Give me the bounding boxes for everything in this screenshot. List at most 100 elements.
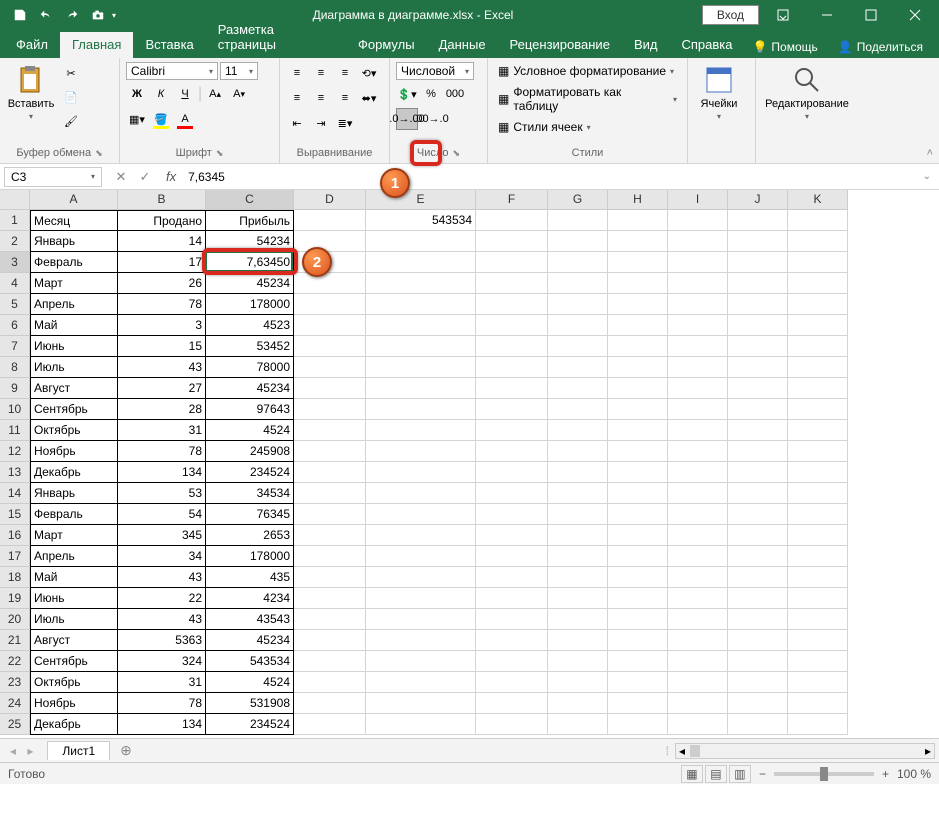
cell[interactable] bbox=[366, 399, 476, 420]
cell[interactable] bbox=[548, 714, 608, 735]
cell[interactable]: 2653 bbox=[206, 525, 294, 546]
fx-button[interactable]: fx bbox=[160, 169, 182, 184]
cell[interactable] bbox=[548, 588, 608, 609]
confirm-formula-button[interactable]: ✓ bbox=[134, 169, 156, 185]
row-header[interactable]: 11 bbox=[0, 420, 30, 441]
percent-button[interactable]: % bbox=[420, 83, 442, 105]
cell[interactable]: 43 bbox=[118, 357, 206, 378]
cell[interactable] bbox=[668, 399, 728, 420]
cell[interactable]: Ноябрь bbox=[30, 693, 118, 714]
zoom-out-button[interactable]: − bbox=[759, 767, 766, 781]
cell[interactable]: 45234 bbox=[206, 273, 294, 294]
cell[interactable]: 134 bbox=[118, 462, 206, 483]
cell[interactable]: 26 bbox=[118, 273, 206, 294]
cell[interactable] bbox=[788, 714, 848, 735]
cell[interactable] bbox=[788, 336, 848, 357]
cell[interactable]: Апрель bbox=[30, 294, 118, 315]
cell[interactable] bbox=[476, 546, 548, 567]
cell[interactable] bbox=[294, 609, 366, 630]
cell[interactable]: Январь bbox=[30, 483, 118, 504]
cell[interactable] bbox=[294, 378, 366, 399]
col-header-D[interactable]: D bbox=[294, 190, 366, 210]
cell[interactable] bbox=[668, 273, 728, 294]
cell[interactable] bbox=[608, 315, 668, 336]
cell[interactable]: Февраль bbox=[30, 252, 118, 273]
cell[interactable] bbox=[728, 252, 788, 273]
cell[interactable] bbox=[728, 714, 788, 735]
cell[interactable]: 31 bbox=[118, 420, 206, 441]
cell[interactable] bbox=[476, 231, 548, 252]
cell[interactable] bbox=[608, 651, 668, 672]
cell[interactable] bbox=[668, 441, 728, 462]
zoom-in-button[interactable]: + bbox=[882, 767, 889, 781]
zoom-slider[interactable] bbox=[774, 772, 874, 776]
cell[interactable] bbox=[366, 504, 476, 525]
row-header[interactable]: 23 bbox=[0, 672, 30, 693]
cell[interactable] bbox=[294, 672, 366, 693]
cell[interactable]: 78 bbox=[118, 441, 206, 462]
cell[interactable] bbox=[788, 483, 848, 504]
cell[interactable]: Прибыль bbox=[206, 210, 294, 231]
zoom-value[interactable]: 100 % bbox=[897, 767, 931, 781]
cell[interactable] bbox=[476, 252, 548, 273]
clipboard-launcher[interactable]: ⬊ bbox=[95, 148, 103, 159]
cell[interactable] bbox=[728, 567, 788, 588]
cells-button[interactable]: Ячейки▾ bbox=[694, 62, 744, 123]
cell[interactable] bbox=[668, 609, 728, 630]
cell[interactable] bbox=[366, 546, 476, 567]
cell[interactable] bbox=[728, 672, 788, 693]
row-header[interactable]: 17 bbox=[0, 546, 30, 567]
cell[interactable]: 4524 bbox=[206, 420, 294, 441]
cell[interactable]: 28 bbox=[118, 399, 206, 420]
cell[interactable] bbox=[668, 378, 728, 399]
cell[interactable]: Июнь bbox=[30, 336, 118, 357]
cell[interactable] bbox=[548, 231, 608, 252]
cell[interactable] bbox=[366, 483, 476, 504]
cell[interactable] bbox=[476, 420, 548, 441]
cell[interactable] bbox=[608, 273, 668, 294]
row-header[interactable]: 10 bbox=[0, 399, 30, 420]
cell[interactable] bbox=[548, 441, 608, 462]
font-color-button[interactable]: A bbox=[174, 108, 196, 130]
row-header[interactable]: 20 bbox=[0, 609, 30, 630]
cell[interactable] bbox=[294, 483, 366, 504]
orientation-button[interactable]: ⟲▾ bbox=[358, 62, 380, 84]
cell[interactable] bbox=[294, 525, 366, 546]
cell[interactable] bbox=[548, 315, 608, 336]
cell[interactable] bbox=[728, 231, 788, 252]
cell[interactable] bbox=[608, 357, 668, 378]
cell[interactable] bbox=[728, 462, 788, 483]
cell[interactable] bbox=[788, 462, 848, 483]
cell[interactable]: Январь bbox=[30, 231, 118, 252]
redo-button[interactable] bbox=[60, 3, 84, 27]
cell[interactable] bbox=[476, 693, 548, 714]
editing-button[interactable]: Редактирование▾ bbox=[762, 62, 852, 123]
cell[interactable] bbox=[788, 672, 848, 693]
cell[interactable] bbox=[788, 378, 848, 399]
cell[interactable] bbox=[294, 714, 366, 735]
cell[interactable]: 5363 bbox=[118, 630, 206, 651]
decrease-font-button[interactable]: A▾ bbox=[228, 83, 250, 105]
cut-button[interactable]: ✂ bbox=[60, 62, 82, 84]
cell[interactable]: 31 bbox=[118, 672, 206, 693]
cell[interactable] bbox=[788, 210, 848, 231]
cell[interactable] bbox=[728, 378, 788, 399]
tab-home[interactable]: Главная bbox=[60, 32, 133, 58]
cell[interactable] bbox=[548, 693, 608, 714]
cell[interactable] bbox=[668, 315, 728, 336]
cell[interactable] bbox=[294, 315, 366, 336]
cell[interactable] bbox=[476, 567, 548, 588]
cell[interactable]: Март bbox=[30, 273, 118, 294]
cell[interactable]: 54234 bbox=[206, 231, 294, 252]
cell[interactable] bbox=[668, 525, 728, 546]
font-name-combo[interactable]: Calibri▾ bbox=[126, 62, 218, 80]
cell[interactable] bbox=[608, 210, 668, 231]
camera-icon[interactable] bbox=[86, 3, 110, 27]
cell[interactable] bbox=[476, 210, 548, 231]
cell[interactable] bbox=[548, 567, 608, 588]
cell[interactable]: Май bbox=[30, 567, 118, 588]
cell[interactable] bbox=[476, 399, 548, 420]
col-header-H[interactable]: H bbox=[608, 190, 668, 210]
cell[interactable] bbox=[294, 399, 366, 420]
formula-input[interactable] bbox=[182, 168, 914, 186]
